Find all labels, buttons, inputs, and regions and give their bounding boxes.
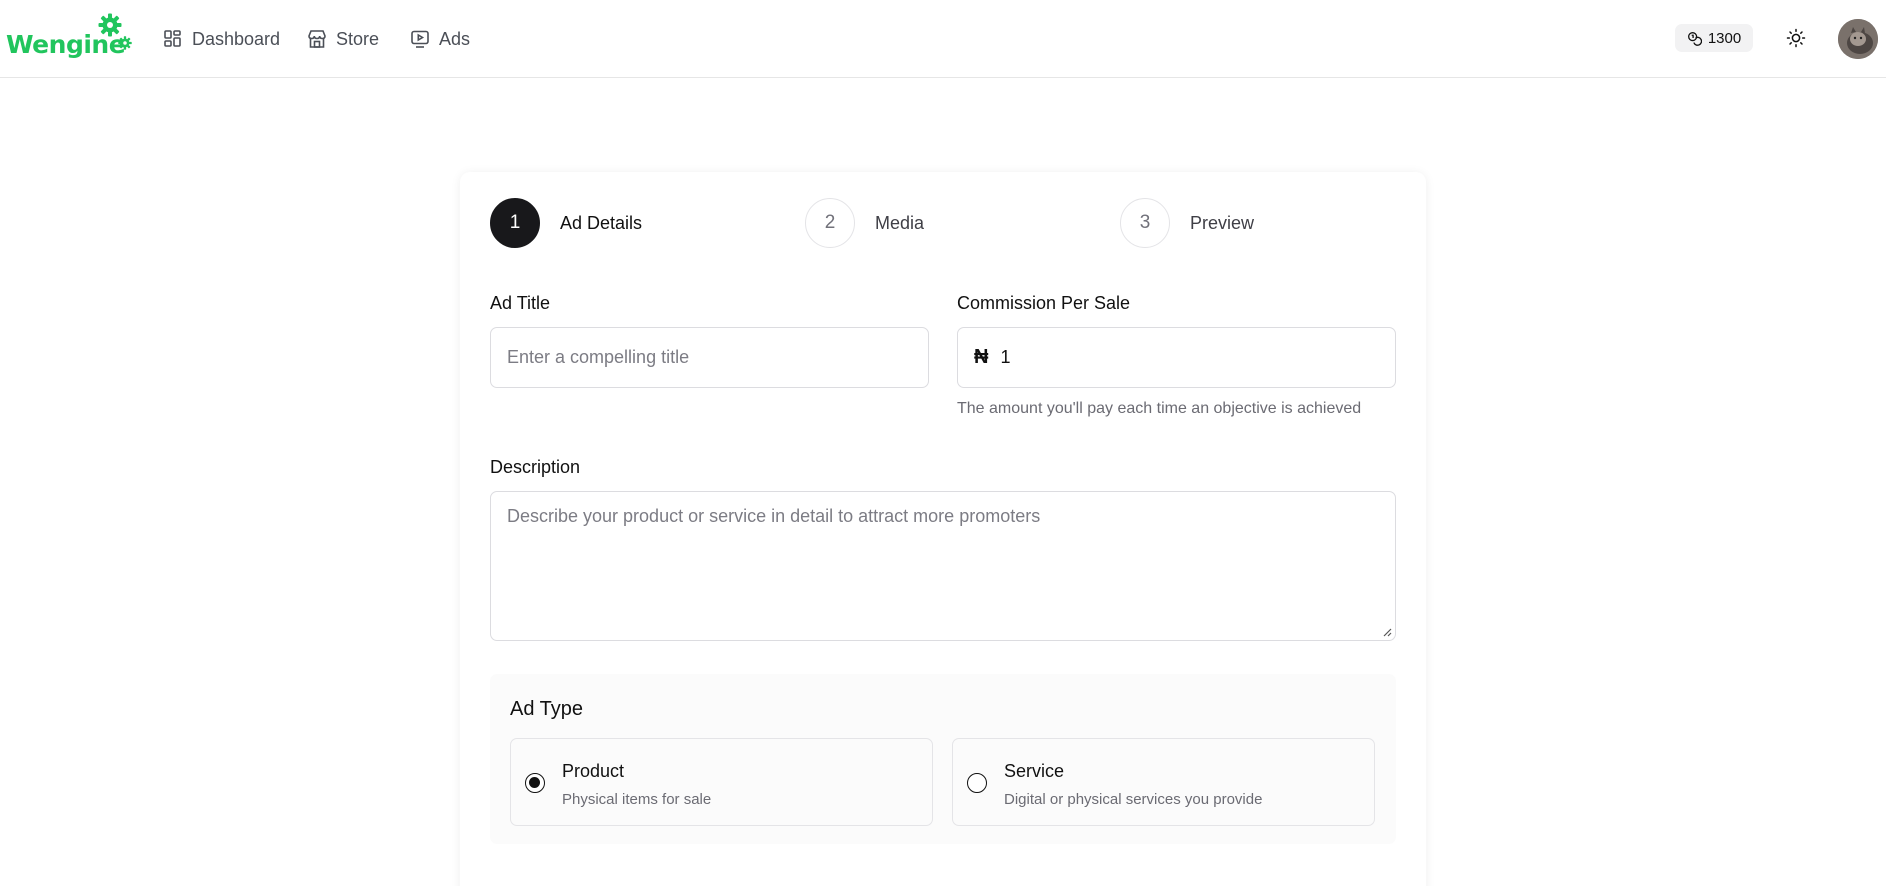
option-description: Digital or physical services you provide	[1004, 791, 1263, 808]
create-ad-card: 1 Ad Details 2 Media 3 Preview Ad Title …	[460, 172, 1426, 886]
nav-link-label: Dashboard	[192, 28, 281, 49]
nav-link-dashboard[interactable]: Dashboard	[163, 24, 280, 54]
step-ad-details[interactable]: 1 Ad Details	[490, 198, 642, 248]
step-media[interactable]: 2 Media	[805, 198, 924, 248]
commission-value: 1	[1000, 347, 1011, 367]
top-navbar: Wengine Dashboard Store Ads 1300	[0, 0, 1886, 78]
resize-handle-icon[interactable]	[1382, 627, 1392, 637]
step-number: 1	[490, 198, 540, 248]
step-number: 3	[1120, 198, 1170, 248]
description-placeholder: Describe your product or service in deta…	[507, 506, 1041, 526]
sun-icon	[1786, 28, 1806, 48]
product-radio[interactable]	[525, 773, 545, 793]
ads-icon	[411, 30, 429, 48]
ad-title-input[interactable]: Enter a compelling title	[490, 327, 929, 388]
coins-icon	[1687, 31, 1702, 46]
step-label: Preview	[1190, 212, 1255, 233]
ad-type-title: Ad Type	[510, 698, 584, 720]
grid-icon	[164, 30, 181, 47]
ad-type-option-product[interactable]: Product Physical items for sale	[510, 738, 933, 826]
logo[interactable]: Wengine	[6, 10, 132, 60]
avatar[interactable]	[1838, 19, 1878, 59]
nav-link-label: Store	[336, 28, 380, 49]
option-title: Service	[1004, 761, 1065, 781]
step-label: Ad Details	[560, 212, 643, 233]
option-title: Product	[562, 761, 625, 781]
ad-type-section: Ad Type Product Physical items for sale …	[490, 674, 1396, 844]
credits-value: 1300	[1707, 29, 1742, 47]
gear-icon	[98, 13, 122, 37]
commission-input[interactable]: ₦ 1	[957, 327, 1396, 388]
nav-link-label: Ads	[439, 28, 471, 49]
step-label: Media	[875, 212, 925, 233]
nav-link-ads[interactable]: Ads	[410, 24, 470, 54]
option-description: Physical items for sale	[562, 791, 712, 808]
description-textarea[interactable]: Describe your product or service in deta…	[490, 491, 1396, 641]
avatar-image	[1838, 19, 1878, 59]
ad-title-placeholder: Enter a compelling title	[507, 347, 690, 367]
naira-currency-icon: ₦	[974, 346, 989, 368]
small-gear-icon	[118, 36, 132, 50]
description-label: Description	[490, 457, 581, 477]
step-number: 2	[805, 198, 855, 248]
theme-toggle-button[interactable]	[1782, 24, 1810, 52]
store-icon	[308, 30, 326, 48]
commission-label: Commission Per Sale	[957, 293, 1131, 313]
commission-hint: The amount you'll pay each time an objec…	[957, 400, 1362, 417]
ad-title-label: Ad Title	[490, 293, 551, 313]
credits-badge[interactable]: 1300	[1675, 24, 1753, 52]
service-radio[interactable]	[967, 773, 987, 793]
ad-type-option-service[interactable]: Service Digital or physical services you…	[952, 738, 1375, 826]
nav-link-store[interactable]: Store	[307, 24, 379, 54]
step-preview[interactable]: 3 Preview	[1120, 198, 1254, 248]
